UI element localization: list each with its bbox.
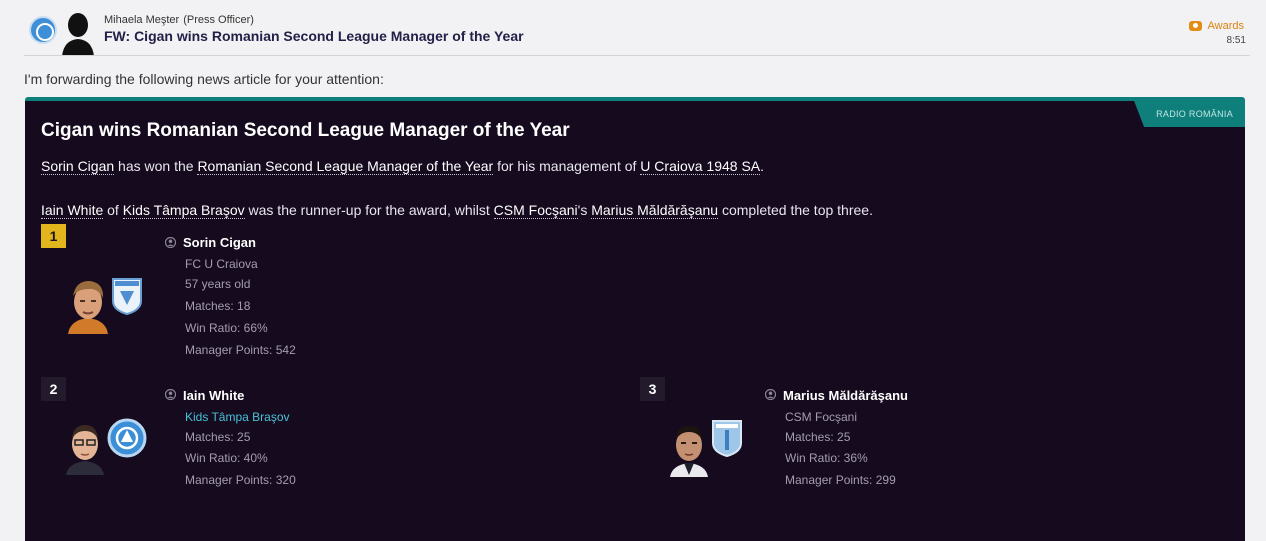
rank-badge-3: 3	[640, 377, 665, 401]
article-paragraph-1: Sorin Cigan has won the Romanian Second …	[41, 158, 765, 175]
manager-matches-3: Matches: 25	[785, 430, 851, 444]
text-fragment: of	[103, 202, 123, 218]
link-runner-up[interactable]: Iain White	[41, 202, 104, 219]
manager-points-2: Manager Points: 320	[185, 473, 296, 487]
news-source-tag: RADIO ROMÂNIA	[1134, 101, 1245, 127]
link-third[interactable]: Marius Măldărăşanu	[591, 202, 719, 219]
manager-club-3: CSM Focşani	[785, 410, 858, 424]
manager-name-2[interactable]: Iain White	[183, 388, 244, 403]
rank-badge-2: 2	[41, 377, 66, 401]
message-subject: FW: Cigan wins Romanian Second League Ma…	[104, 28, 524, 44]
press-officer-silhouette-icon[interactable]	[60, 10, 96, 56]
header-divider	[24, 55, 1250, 56]
manager-face-icon[interactable]	[62, 274, 114, 334]
person-icon	[165, 237, 176, 248]
news-article-card: RADIO ROMÂNIA Cigan wins Romanian Second…	[25, 97, 1245, 541]
person-icon	[765, 389, 776, 400]
manager-club-2[interactable]: Kids Tâmpa Braşov	[185, 410, 290, 424]
message-time: 8:51	[1226, 35, 1246, 46]
article-paragraph-2: Iain White of Kids Tâmpa Braşov was the …	[41, 202, 873, 219]
sender-line: Mihaela Meşter (Press Officer)	[104, 14, 254, 26]
awards-icon	[1188, 21, 1202, 31]
article-title: Cigan wins Romanian Second League Manage…	[41, 120, 570, 141]
link-third-club[interactable]: CSM Focşani	[493, 202, 578, 219]
manager-name-3[interactable]: Marius Măldărăşanu	[783, 388, 908, 403]
awards-category[interactable]: Awards	[1188, 20, 1244, 32]
text-fragment: .	[760, 158, 765, 174]
club-badge-icon[interactable]	[29, 16, 57, 44]
manager-win-ratio-3: Win Ratio: 36%	[785, 451, 868, 465]
text-fragment: has won the	[114, 158, 198, 174]
text-fragment: was the runner-up for the award, whilst	[244, 202, 494, 218]
text-fragment: for his management of	[493, 158, 641, 174]
manager-matches-2: Matches: 25	[185, 430, 251, 444]
message-header: Mihaela Meşter (Press Officer) FW: Cigan …	[0, 0, 1266, 57]
manager-points-3: Manager Points: 299	[785, 473, 896, 487]
link-award[interactable]: Romanian Second League Manager of the Ye…	[197, 158, 494, 175]
manager-name-1[interactable]: Sorin Cigan	[183, 235, 256, 250]
link-club[interactable]: U Craiova 1948 SA	[640, 158, 761, 175]
person-icon	[165, 389, 176, 400]
sender-role: (Press Officer)	[183, 14, 254, 26]
manager-win-ratio-2: Win Ratio: 40%	[185, 451, 268, 465]
manager-age-1: 57 years old	[185, 277, 251, 291]
rank-badge-1: 1	[41, 224, 66, 248]
link-winner[interactable]: Sorin Cigan	[41, 158, 115, 175]
manager-club-1: FC U Craiova	[185, 257, 258, 271]
u-craiova-crest-icon[interactable]	[111, 275, 143, 315]
csm-focsani-crest-icon[interactable]	[711, 417, 743, 457]
manager-matches-1: Matches: 18	[185, 299, 251, 313]
link-runner-up-club[interactable]: Kids Tâmpa Braşov	[122, 202, 245, 219]
sender-name[interactable]: Mihaela Meşter	[104, 14, 179, 26]
forward-intro: I'm forwarding the following news articl…	[24, 71, 384, 87]
manager-face-icon[interactable]	[62, 415, 108, 475]
text-fragment: completed the top three.	[718, 202, 873, 218]
kids-tampa-brasov-crest-icon[interactable]	[107, 418, 147, 458]
manager-face-icon[interactable]	[666, 417, 712, 477]
text-fragment: 's	[577, 202, 592, 218]
manager-win-ratio-1: Win Ratio: 66%	[185, 321, 268, 335]
manager-points-1: Manager Points: 542	[185, 343, 296, 357]
awards-label: Awards	[1207, 20, 1244, 32]
